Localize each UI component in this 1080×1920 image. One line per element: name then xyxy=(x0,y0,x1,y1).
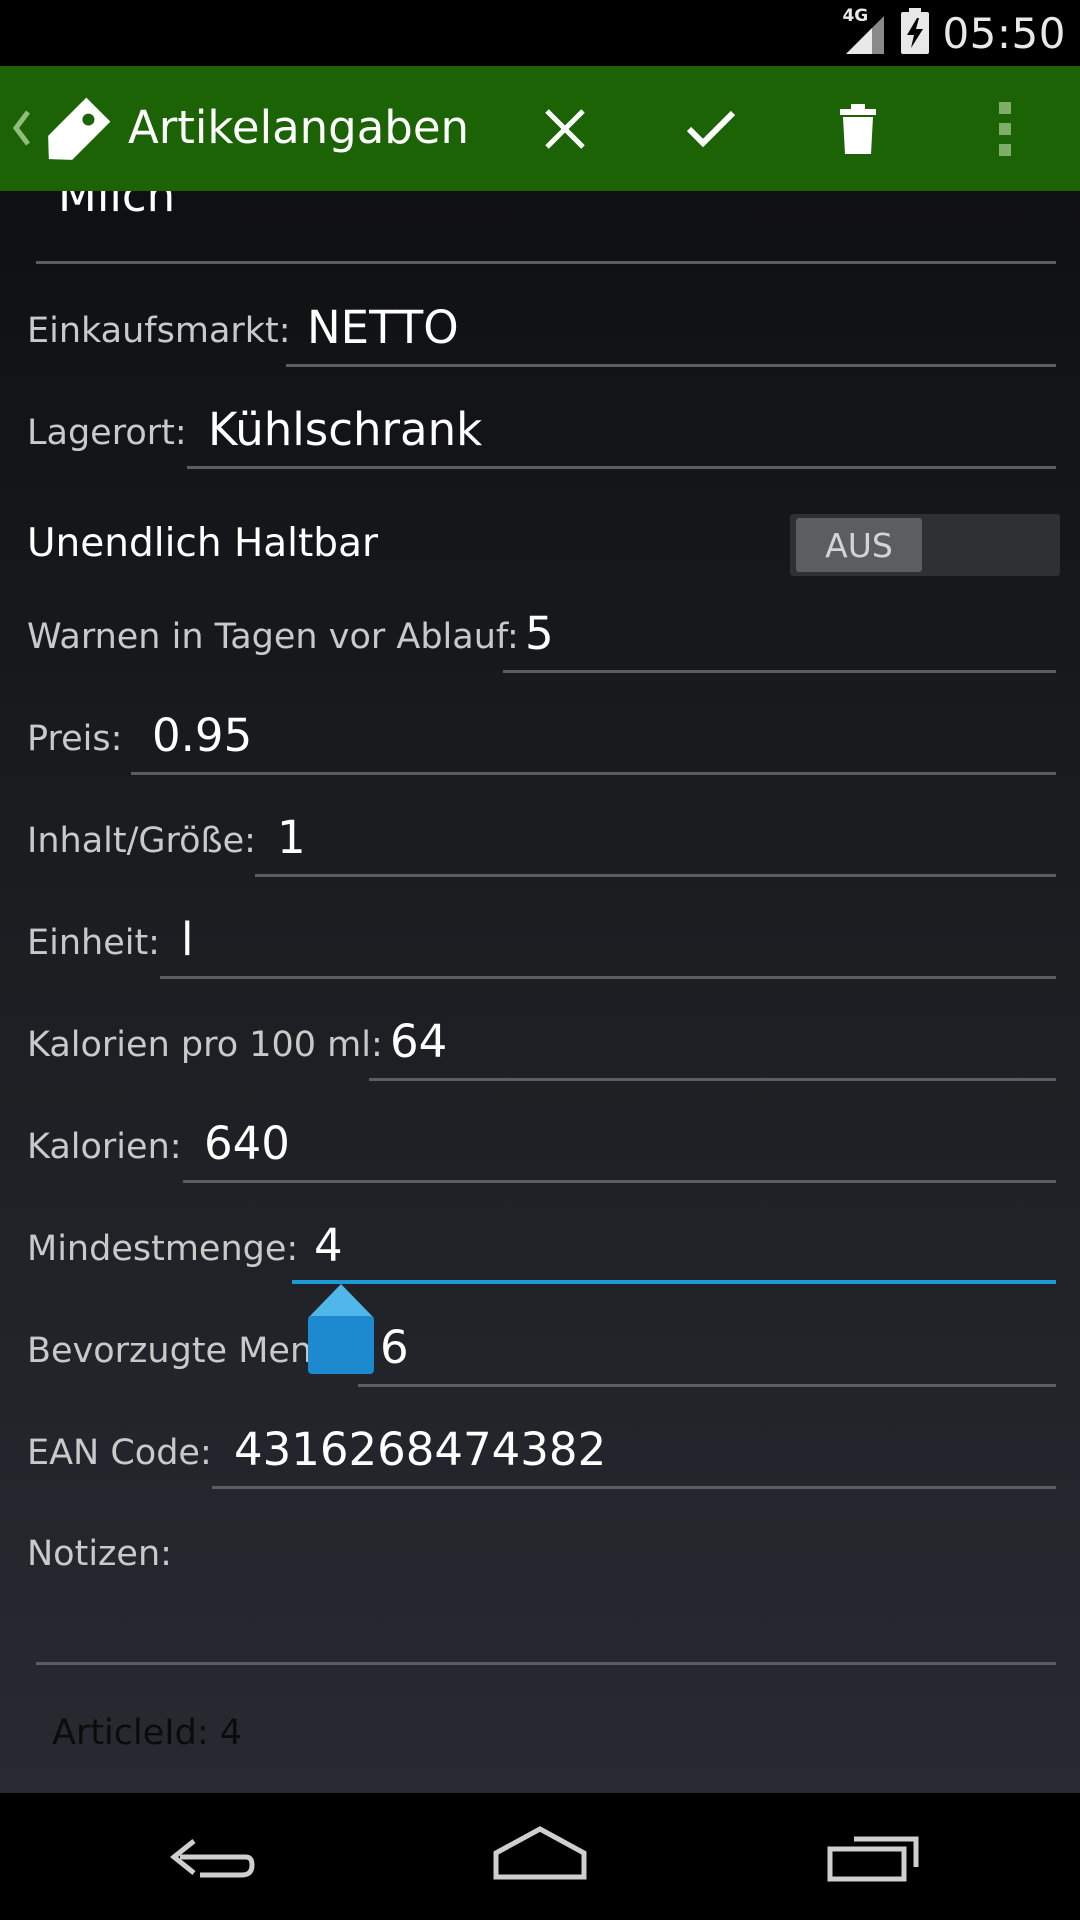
warn-days-field[interactable]: 5 xyxy=(525,607,554,660)
infinite-shelf-life-label: Unendlich Haltbar xyxy=(27,521,378,566)
toggle-thumb: AUS xyxy=(796,518,922,572)
calories-per-100ml-field[interactable]: 64 xyxy=(390,1015,447,1068)
warn-days-field-underline xyxy=(503,670,1056,673)
trash-icon xyxy=(840,104,876,154)
minimum-quantity-field-underline xyxy=(292,1280,1056,1284)
size-label: Inhalt/Größe: xyxy=(27,821,256,861)
storage-label: Lagerort: xyxy=(27,413,187,453)
notes-field-underline xyxy=(36,1662,1056,1665)
chevron-left-icon[interactable] xyxy=(10,108,34,148)
overflow-menu-button[interactable] xyxy=(950,84,1060,174)
preferred-quantity-field-underline xyxy=(358,1384,1056,1387)
market-field-underline xyxy=(286,364,1056,367)
calories-per-100ml-label: Kalorien pro 100 ml: xyxy=(27,1025,383,1065)
unit-field[interactable]: l xyxy=(181,913,194,966)
cancel-button[interactable] xyxy=(510,84,620,174)
save-button[interactable] xyxy=(656,84,766,174)
unit-label: Einheit: xyxy=(27,923,160,963)
preferred-quantity-field[interactable]: 6 xyxy=(380,1321,409,1374)
unit-field-underline xyxy=(160,976,1056,979)
notes-label: Notizen: xyxy=(27,1534,172,1574)
calories-field-underline xyxy=(183,1180,1056,1183)
back-icon[interactable] xyxy=(160,1827,260,1887)
minimum-quantity-label: Mindestmenge: xyxy=(27,1229,299,1269)
size-field[interactable]: 1 xyxy=(277,811,306,864)
text-handle-icon[interactable] xyxy=(306,1284,376,1376)
calories-per-100ml-field-underline xyxy=(369,1078,1056,1081)
storage-field-underline xyxy=(187,466,1056,469)
network-type: 4G xyxy=(842,6,869,26)
storage-field[interactable]: Kühlschrank xyxy=(208,403,482,456)
clock: 05:50 xyxy=(942,8,1066,58)
toggle-label: AUS xyxy=(825,525,893,565)
more-vert-icon xyxy=(999,102,1011,156)
home-icon[interactable] xyxy=(490,1825,590,1885)
tag-icon[interactable] xyxy=(36,94,114,172)
action-bar: Artikelangaben xyxy=(0,66,1080,191)
ean-code-field-underline xyxy=(212,1486,1056,1489)
price-label: Preis: xyxy=(27,719,123,759)
notes-field[interactable] xyxy=(58,1581,1038,1641)
close-icon xyxy=(545,109,585,149)
status-bar: 4G 05:50 xyxy=(0,0,1080,66)
infinite-shelf-life-toggle[interactable]: AUS xyxy=(790,514,1060,576)
battery-icon xyxy=(900,8,930,58)
check-icon xyxy=(686,110,736,148)
screen-title: Artikelangaben xyxy=(128,101,470,154)
recents-icon[interactable] xyxy=(826,1825,926,1885)
price-field-underline xyxy=(131,772,1056,775)
minimum-quantity-field[interactable]: 4 xyxy=(314,1219,343,1272)
price-field[interactable]: 0.95 xyxy=(152,709,252,762)
size-field-underline xyxy=(255,874,1056,877)
signal-icon: 4G xyxy=(842,6,888,56)
warn-days-label: Warnen in Tagen vor Ablauf: xyxy=(27,617,519,657)
name-field-underline xyxy=(36,261,1056,264)
calories-field[interactable]: 640 xyxy=(204,1117,290,1170)
ean-code-field[interactable]: 4316268474382 xyxy=(234,1423,606,1476)
ean-code-label: EAN Code: xyxy=(27,1433,212,1473)
calories-label: Kalorien: xyxy=(27,1127,182,1167)
article-form: Milch Einkaufsmarkt: NETTO Lagerort: Küh… xyxy=(0,191,1080,1793)
market-field[interactable]: NETTO xyxy=(307,301,459,354)
market-label: Einkaufsmarkt: xyxy=(27,311,291,351)
navigation-bar xyxy=(0,1793,1080,1920)
article-id: ArticleId: 4 xyxy=(52,1713,243,1753)
name-field[interactable]: Milch xyxy=(58,191,175,222)
delete-button[interactable] xyxy=(803,84,913,174)
